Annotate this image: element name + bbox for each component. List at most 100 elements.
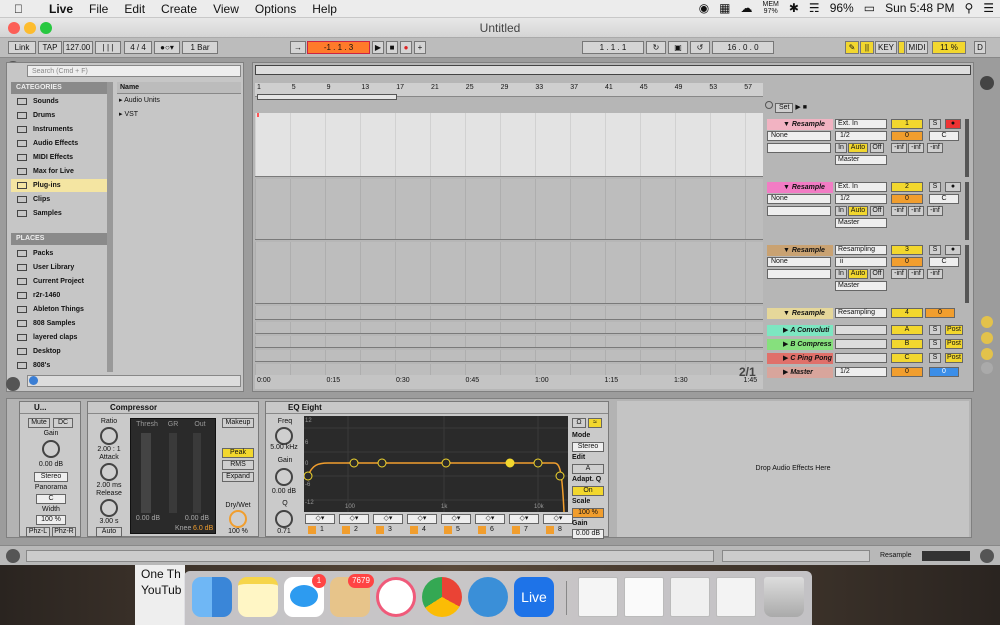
- eq-band-node[interactable]: [533, 458, 543, 468]
- chrome-icon[interactable]: [422, 577, 462, 617]
- input-sub-select[interactable]: ii: [835, 257, 887, 267]
- help-toggle-icon[interactable]: [6, 377, 20, 391]
- attack-value[interactable]: 2.00 ms: [90, 482, 128, 489]
- band-toggle[interactable]: [478, 526, 486, 534]
- return-number-button[interactable]: C: [891, 353, 923, 363]
- gain-knob[interactable]: [42, 440, 60, 458]
- utility-header[interactable]: U...: [20, 402, 80, 414]
- eq-band-node[interactable]: [349, 458, 359, 468]
- bluetooth-icon[interactable]: ✱: [789, 1, 799, 15]
- menu-file[interactable]: File: [89, 2, 108, 16]
- trash-icon[interactable]: [764, 577, 804, 617]
- panorama-value[interactable]: C: [36, 494, 66, 504]
- peak-button[interactable]: Peak: [222, 448, 254, 458]
- volume-field[interactable]: 0: [891, 131, 923, 141]
- signature-field[interactable]: 4 / 4: [124, 41, 152, 54]
- music-icon[interactable]: [376, 577, 416, 617]
- release-knob[interactable]: [100, 499, 118, 517]
- compressor-display[interactable]: Thresh GR Out 0.00 dB 0.00 dB Knee 6.0 d…: [130, 418, 216, 534]
- monitor-off-button[interactable]: Off: [870, 269, 884, 279]
- draw-mode-icon[interactable]: ✎: [845, 41, 859, 54]
- search-icon[interactable]: ⚲: [964, 1, 973, 15]
- solo-button[interactable]: S: [929, 182, 941, 192]
- track-number-button[interactable]: 3: [891, 245, 923, 255]
- eq-display[interactable]: [304, 416, 568, 512]
- thresh-meter[interactable]: [141, 433, 151, 513]
- makeup-button[interactable]: Makeup: [222, 418, 254, 428]
- track-input-select[interactable]: Resampling: [835, 308, 887, 318]
- input-channel-select[interactable]: None: [767, 194, 831, 204]
- track-number-button[interactable]: 1: [891, 119, 923, 129]
- track-number-button[interactable]: 4: [891, 308, 923, 318]
- pan-field[interactable]: C: [929, 131, 959, 141]
- knee-value[interactable]: 6.0 dB: [193, 525, 213, 532]
- minimize-window-button[interactable]: [24, 22, 36, 34]
- eq-band-node[interactable]: [377, 458, 387, 468]
- freq-knob[interactable]: [275, 427, 293, 445]
- adapt-q-button[interactable]: On: [572, 486, 604, 496]
- send-b-value[interactable]: -inf: [908, 206, 924, 216]
- hamburger-icon[interactable]: ☰: [983, 1, 994, 15]
- loop-length-field[interactable]: 16 . 0 . 0: [712, 41, 774, 54]
- grid-icon[interactable]: ▦: [719, 1, 730, 15]
- eq-header[interactable]: EQ Eight: [266, 402, 608, 414]
- ratio-value[interactable]: 2.00 : 1: [90, 446, 128, 453]
- arm-button[interactable]: ●: [945, 245, 961, 255]
- track-input-select[interactable]: Ext. In: [835, 119, 887, 129]
- eq-analyzer-icon[interactable]: ≈: [588, 418, 602, 428]
- memory-widget[interactable]: MEM 97%: [763, 1, 779, 15]
- category-instruments[interactable]: Instruments: [11, 123, 107, 136]
- return-number-button[interactable]: B: [891, 339, 923, 349]
- browser-scrollbar[interactable]: [107, 82, 113, 372]
- expand-button[interactable]: Expand: [222, 472, 254, 482]
- input-channel-select[interactable]: None: [767, 131, 831, 141]
- send-b-value[interactable]: -inf: [908, 269, 924, 279]
- input-sub-select[interactable]: 1/2: [835, 131, 887, 141]
- monitor-in-button[interactable]: In: [835, 269, 847, 279]
- stop-button[interactable]: ■: [386, 41, 398, 54]
- band-filter-select[interactable]: ◇▾: [509, 514, 539, 524]
- menu-edit[interactable]: Edit: [124, 2, 145, 16]
- volume-field[interactable]: 0: [925, 308, 955, 318]
- loop-start-field[interactable]: 1 . 1 . 1: [582, 41, 644, 54]
- track-header-3[interactable]: ▼ Resample: [767, 245, 833, 256]
- menu-create[interactable]: Create: [161, 2, 197, 16]
- menu-app[interactable]: Live: [49, 2, 73, 16]
- position-field[interactable]: -1 . 1 . 3: [307, 41, 370, 54]
- band-toggle[interactable]: [546, 526, 554, 534]
- send-c-value[interactable]: -inf: [927, 206, 943, 216]
- band-filter-select[interactable]: ◇▾: [441, 514, 471, 524]
- track-number-button[interactable]: 2: [891, 182, 923, 192]
- band-filter-select[interactable]: ◇▾: [475, 514, 505, 524]
- input-channel-select[interactable]: None: [767, 257, 831, 267]
- send-b-value[interactable]: -inf: [908, 143, 924, 153]
- band-filter-select[interactable]: ◇▾: [373, 514, 403, 524]
- place-current-project[interactable]: Current Project: [11, 275, 107, 288]
- stack-thumb-1[interactable]: [578, 577, 618, 617]
- place-r2r[interactable]: r2r-1460: [11, 289, 107, 302]
- monitor-auto-button[interactable]: Auto: [848, 143, 868, 153]
- eq-band-node[interactable]: [555, 471, 565, 481]
- volume-field[interactable]: 0: [891, 257, 923, 267]
- utility-device[interactable]: U... Mute DC Gain 0.00 dB Stereo Panoram…: [19, 401, 81, 537]
- battery-icon[interactable]: ▭: [864, 1, 875, 15]
- category-audio-effects[interactable]: Audio Effects: [11, 137, 107, 150]
- view-toggle-icon[interactable]: [980, 76, 994, 90]
- send-a-value[interactable]: -inf: [891, 269, 907, 279]
- midi-map-button[interactable]: MIDI: [906, 41, 928, 54]
- pause-icon[interactable]: ||: [860, 41, 874, 54]
- release-value[interactable]: 3.00 s: [90, 518, 128, 525]
- track-header-4[interactable]: ▼ Resample: [767, 308, 833, 319]
- arm-button[interactable]: ●: [945, 182, 961, 192]
- band-toggle[interactable]: [308, 526, 316, 534]
- loop-icon[interactable]: ▣: [668, 41, 688, 54]
- quantize-select[interactable]: 1 Bar: [182, 41, 218, 54]
- master-sub-select[interactable]: 1/2: [835, 367, 887, 377]
- mode-select[interactable]: Stereo: [572, 442, 604, 452]
- arm-button[interactable]: ●: [945, 119, 961, 129]
- eq-eight-device[interactable]: EQ Eight Freq 5.00 kHz Gain 0.00 dB Q 0.…: [265, 401, 609, 539]
- follow-button[interactable]: →: [290, 41, 306, 54]
- send-c-value[interactable]: -inf: [927, 269, 943, 279]
- category-clips[interactable]: Clips: [11, 193, 107, 206]
- return-field[interactable]: [835, 339, 887, 349]
